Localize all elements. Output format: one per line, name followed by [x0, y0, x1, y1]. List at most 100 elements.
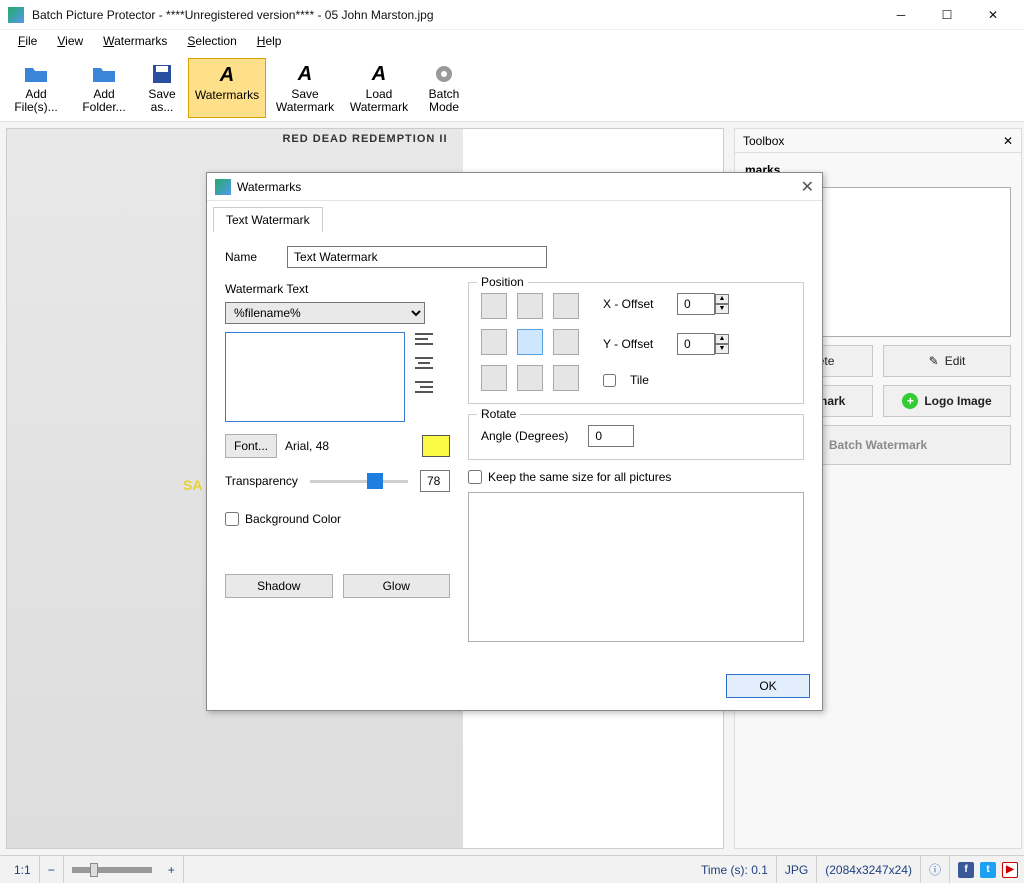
pos-tl[interactable]	[481, 293, 507, 319]
maximize-button[interactable]: ☐	[924, 0, 970, 30]
same-size-checkbox[interactable]	[468, 470, 482, 484]
menu-selection[interactable]: Selection	[179, 32, 244, 50]
dialog-body: Name Watermark Text %filename%	[207, 232, 822, 652]
add-files-button[interactable]: Add File(s)...	[4, 58, 68, 118]
x-offset-input[interactable]	[677, 293, 715, 315]
toolbox-header: Toolbox ✕	[735, 129, 1021, 153]
statusbar: 1:1 − + Time (s): 0.1 JPG (2084x3247x24)…	[0, 855, 1024, 883]
window-title: Batch Picture Protector - ****Unregister…	[32, 8, 878, 22]
preset-select[interactable]: %filename%	[225, 302, 425, 324]
glow-button[interactable]: Glow	[343, 574, 451, 598]
watermark-icon: A	[215, 63, 239, 87]
toolbox-title: Toolbox	[743, 134, 784, 148]
watermarks-label: Watermarks	[195, 89, 259, 102]
y-offset-label: Y - Offset	[603, 337, 663, 351]
load-watermark-label: Load Watermark	[350, 88, 408, 114]
edit-button[interactable]: ✎ Edit	[883, 345, 1011, 377]
background-color-label: Background Color	[245, 512, 341, 526]
load-watermark-button[interactable]: A Load Watermark	[344, 58, 414, 118]
edit-icon: ✎	[929, 354, 939, 368]
menubar: File View Watermarks Selection Help	[0, 30, 1024, 52]
save-as-button[interactable]: Save as...	[140, 58, 184, 118]
y-up-icon[interactable]: ▲	[715, 334, 729, 344]
align-left-icon[interactable]	[415, 332, 433, 346]
dialog-icon	[215, 179, 231, 195]
pos-tc[interactable]	[517, 293, 543, 319]
dialog-close-icon[interactable]: ✕	[801, 177, 814, 197]
name-input[interactable]	[287, 246, 547, 268]
tab-text-watermark[interactable]: Text Watermark	[213, 207, 323, 232]
ok-button[interactable]: OK	[726, 674, 810, 698]
titlebar: Batch Picture Protector - ****Unregister…	[0, 0, 1024, 30]
status-dimensions: (2084x3247x24)	[817, 856, 921, 883]
add-files-label: Add File(s)...	[14, 88, 57, 114]
watermarks-dialog: Watermarks ✕ Text Watermark Name Waterma…	[206, 172, 823, 711]
position-label: Position	[477, 275, 528, 289]
logo-image-label: Logo Image	[924, 394, 991, 408]
info-icon[interactable]: ⓘ	[921, 856, 950, 883]
transparency-value[interactable]	[420, 470, 450, 492]
align-right-icon[interactable]	[415, 380, 433, 394]
save-watermark-icon: A	[293, 62, 317, 86]
dialog-tabs: Text Watermark	[207, 201, 822, 232]
x-offset-spinner[interactable]: ▲▼	[677, 293, 729, 315]
app-icon	[8, 7, 24, 23]
y-offset-spinner[interactable]: ▲▼	[677, 333, 729, 355]
font-button[interactable]: Font...	[225, 434, 277, 458]
zoom-label[interactable]: 1:1	[6, 856, 40, 883]
batch-mode-button[interactable]: Batch Mode	[418, 58, 470, 118]
y-offset-input[interactable]	[677, 333, 715, 355]
zoom-out-button[interactable]: −	[40, 856, 64, 883]
gear-icon	[432, 62, 456, 86]
plus-icon: +	[902, 393, 918, 409]
watermarks-button[interactable]: A Watermarks	[188, 58, 266, 118]
pos-bc[interactable]	[517, 365, 543, 391]
toolbar: Add File(s)... Add Folder... Save as... …	[0, 52, 1024, 122]
shadow-button[interactable]: Shadow	[225, 574, 333, 598]
watermark-text-input[interactable]	[225, 332, 405, 422]
color-swatch[interactable]	[422, 435, 450, 457]
toolbox-close-icon[interactable]: ✕	[1003, 134, 1013, 148]
pos-br[interactable]	[553, 365, 579, 391]
pos-mc[interactable]	[517, 329, 543, 355]
twitter-icon[interactable]: t	[980, 862, 996, 878]
rotate-label: Rotate	[477, 407, 520, 421]
dialog-titlebar[interactable]: Watermarks ✕	[207, 173, 822, 201]
pos-bl[interactable]	[481, 365, 507, 391]
facebook-icon[interactable]: f	[958, 862, 974, 878]
folder-add-icon	[24, 62, 48, 86]
menu-watermarks[interactable]: Watermarks	[95, 32, 175, 50]
watermark-sample-text: SA	[183, 477, 202, 493]
tile-checkbox[interactable]	[603, 374, 616, 387]
align-center-icon[interactable]	[415, 356, 433, 370]
pos-ml[interactable]	[481, 329, 507, 355]
menu-help[interactable]: Help	[249, 32, 290, 50]
same-size-label: Keep the same size for all pictures	[488, 470, 671, 484]
status-format: JPG	[777, 856, 817, 883]
angle-label: Angle (Degrees)	[481, 429, 568, 443]
x-up-icon[interactable]: ▲	[715, 294, 729, 304]
add-folder-button[interactable]: Add Folder...	[72, 58, 136, 118]
tile-label: Tile	[630, 373, 649, 387]
youtube-icon[interactable]: ▶	[1002, 862, 1018, 878]
left-column: Watermark Text %filename% Font... Arial,…	[225, 282, 450, 642]
zoom-in-button[interactable]: +	[160, 856, 184, 883]
x-down-icon[interactable]: ▼	[715, 304, 729, 314]
logo-image-button[interactable]: + Logo Image	[883, 385, 1011, 417]
x-offset-label: X - Offset	[603, 297, 663, 311]
angle-input[interactable]	[588, 425, 634, 447]
image-logo-text: RED DEAD REDEMPTION II	[282, 133, 447, 145]
menu-view[interactable]: View	[49, 32, 91, 50]
background-color-checkbox[interactable]	[225, 512, 239, 526]
pos-tr[interactable]	[553, 293, 579, 319]
y-down-icon[interactable]: ▼	[715, 344, 729, 354]
menu-file[interactable]: File	[10, 32, 45, 50]
close-button[interactable]: ✕	[970, 0, 1016, 30]
transparency-slider[interactable]	[310, 471, 408, 491]
zoom-slider[interactable]	[72, 867, 152, 873]
save-watermark-button[interactable]: A Save Watermark	[270, 58, 340, 118]
save-watermark-label: Save Watermark	[276, 88, 334, 114]
preview-box	[468, 492, 804, 642]
minimize-button[interactable]: ─	[878, 0, 924, 30]
pos-mr[interactable]	[553, 329, 579, 355]
